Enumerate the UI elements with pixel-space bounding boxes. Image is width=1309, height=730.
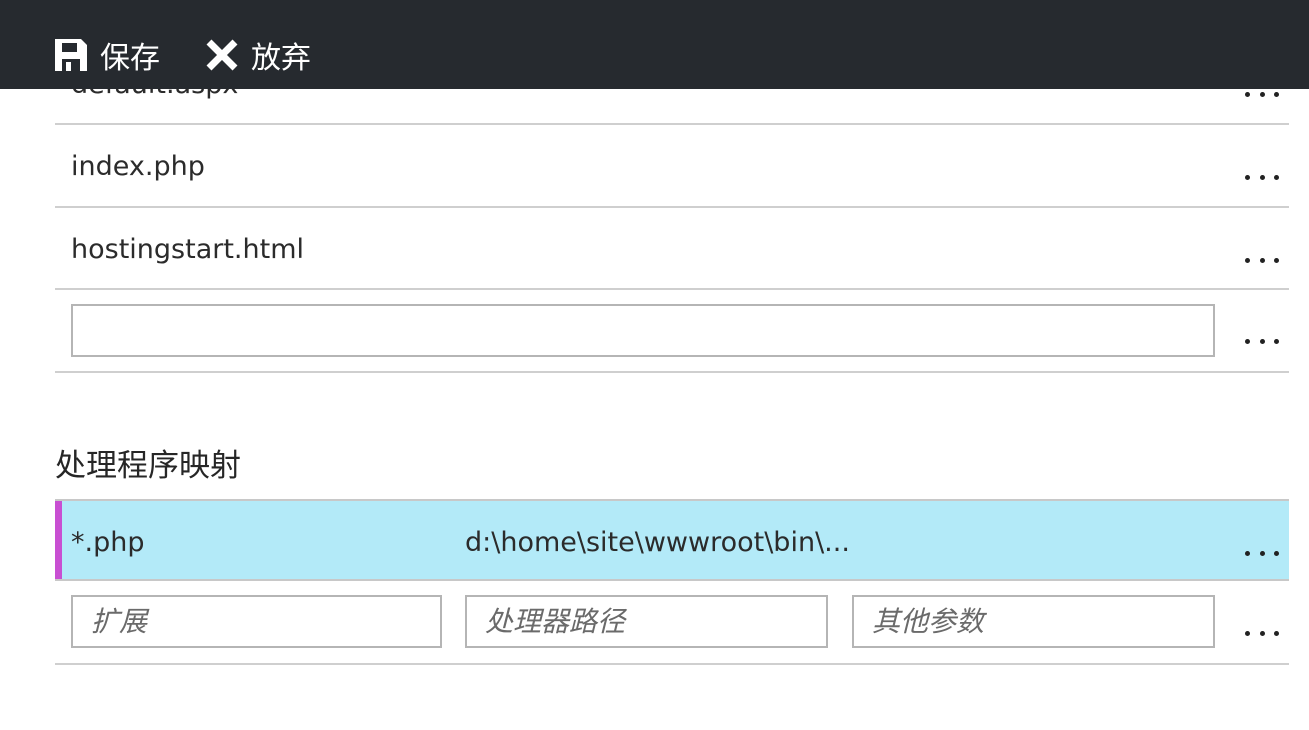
more-options-button[interactable] — [1245, 175, 1279, 183]
mapping-processor-path: d:\home\site\wwwroot\bin\... — [465, 527, 850, 558]
handler-mapping-row[interactable]: *.php d:\home\site\wwwroot\bin\... — [55, 499, 1289, 581]
more-options-button[interactable] — [1245, 551, 1279, 559]
list-item[interactable]: hostingstart.html — [55, 208, 1289, 290]
more-options-button[interactable] — [1245, 92, 1279, 100]
new-mapping-row — [55, 581, 1289, 665]
more-options-button[interactable] — [1245, 258, 1279, 266]
discard-button[interactable]: 放弃 — [203, 34, 311, 76]
content-pane: default.aspx index.php hostingstart.html… — [0, 0, 1309, 730]
discard-label: 放弃 — [251, 41, 311, 76]
save-button[interactable]: 保存 — [52, 34, 160, 76]
more-options-button[interactable] — [1245, 339, 1279, 347]
save-icon — [52, 36, 90, 74]
mapping-extension: *.php — [71, 527, 145, 558]
document-name: hostingstart.html — [71, 234, 305, 265]
document-name: index.php — [71, 151, 205, 182]
close-icon — [203, 36, 241, 74]
command-bar: 保存 放弃 — [0, 0, 1309, 89]
new-document-input[interactable] — [71, 304, 1215, 357]
selection-indicator — [55, 501, 62, 579]
extension-input[interactable] — [71, 595, 442, 648]
section-title: 处理程序映射 — [55, 448, 241, 484]
save-label: 保存 — [100, 41, 160, 76]
more-options-button[interactable] — [1245, 631, 1279, 639]
list-item[interactable]: index.php — [55, 125, 1289, 208]
new-document-row — [55, 290, 1289, 373]
processor-path-input[interactable] — [465, 595, 828, 648]
additional-args-input[interactable] — [852, 595, 1215, 648]
